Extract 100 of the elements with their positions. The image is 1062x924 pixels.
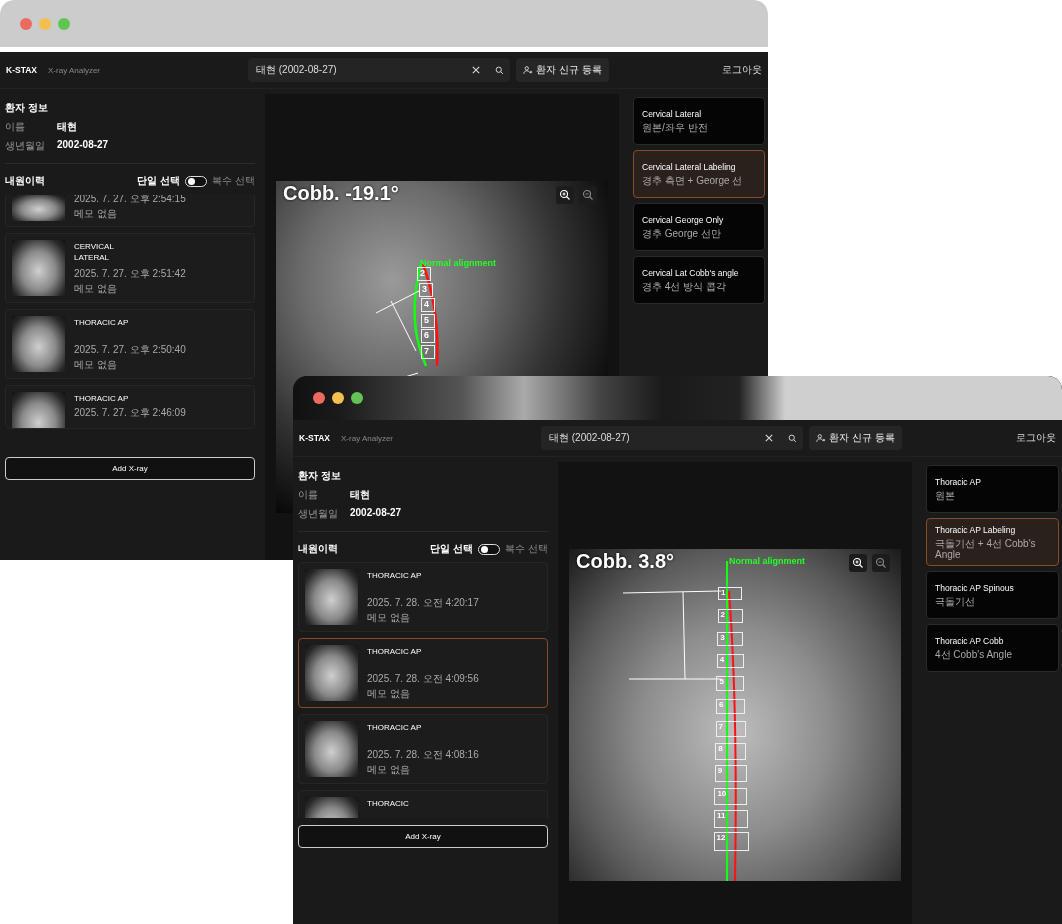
zoom-out-icon (582, 189, 594, 201)
search-button[interactable] (488, 58, 510, 82)
xray-thumbnail (12, 240, 65, 296)
app-subtitle: X-ray Analyzer (48, 65, 102, 75)
exam-title: THORACIC AP (367, 646, 423, 657)
exam-memo: 메모 없음 (74, 358, 118, 372)
exam-time: 2025. 7. 27. 오후 2:46:09 (74, 406, 186, 420)
zoom-in-icon (852, 557, 864, 569)
maximize-button[interactable] (351, 392, 363, 404)
section-title: 환자 정보 (5, 101, 49, 115)
exam-memo: 메모 없음 (367, 687, 411, 701)
zoom-out-button[interactable] (579, 186, 597, 204)
add-xray-button[interactable]: Add X-ray (5, 457, 255, 480)
exam-title: THORACIC AP (74, 317, 130, 328)
vertebra-label: 4 (716, 653, 744, 669)
vertebra-label: 7 (715, 720, 746, 737)
selection-toggle[interactable] (185, 175, 208, 187)
alignment-label: Normal alignment (729, 556, 805, 566)
vertebra-label: 8 (715, 743, 747, 760)
exam-time: 2025. 7. 27. 오후 2:50:40 (74, 343, 186, 357)
exam-time: 2025. 7. 28. 오전 4:09:56 (367, 672, 479, 686)
vertebra-label: 9 (714, 765, 747, 783)
vertebra-label: 2 (717, 609, 743, 623)
field-label: 생년월일 (5, 139, 46, 153)
history-item[interactable]: THORACIC AP 2025. 7. 28. 오전 4:20:17 메모 없음 (298, 562, 548, 632)
zoom-in-button[interactable] (849, 554, 867, 572)
section-title: 내원이력 (5, 174, 45, 188)
analysis-option[interactable]: Thoracic AP Spinous 극돌기선 (926, 571, 1059, 619)
minimize-button[interactable] (332, 392, 344, 404)
search-button[interactable] (781, 426, 803, 450)
history-item[interactable]: CERVICAL LATERAL 2025. 7. 27. 오후 2:51:42 메모 없음 (5, 233, 255, 303)
cobb-angle-label: Cobb. -19.1° (283, 182, 399, 205)
zoom-in-icon (559, 189, 571, 201)
vertebra-label: 3 (717, 631, 744, 646)
field-value: 태현 (350, 488, 370, 502)
vertebra-label: 6 (716, 698, 745, 714)
analysis-option[interactable]: Thoracic AP Labeling 극돌기선 + 4선 Cobb's Angle (926, 518, 1059, 566)
vertebra-label: 1 (718, 587, 742, 600)
vertebra-label: 2 (417, 267, 431, 281)
history-item[interactable]: THORACIC AP 2025. 7. 27. 오후 2:46:09 (5, 385, 255, 429)
field-value: 태현 (57, 120, 77, 134)
vertebra-label: 10 (714, 787, 748, 806)
zoom-in-button[interactable] (556, 186, 574, 204)
history-item[interactable]: 2025. 7. 27. 오후 2:54:15 메모 없음 (5, 194, 255, 227)
exam-memo: 메모 없음 (74, 207, 118, 221)
section-title: 내원이력 (298, 542, 338, 556)
exam-title: THORACIC AP (367, 570, 423, 581)
close-icon (471, 66, 480, 74)
close-icon (764, 434, 773, 442)
toggle-label: 복수 선택 (212, 174, 255, 188)
vertebra-label: 12 (713, 832, 749, 851)
register-patient-button[interactable]: 환자 신규 등록 (516, 58, 609, 82)
exam-title: THORACIC (367, 798, 409, 809)
app-logo: K-STAX (6, 65, 37, 75)
exam-title: THORACIC AP (367, 722, 423, 733)
xray-thumbnail (305, 645, 358, 701)
close-button[interactable] (313, 392, 325, 404)
history-item[interactable]: THORACIC AP 2025. 7. 28. 오전 4:08:16 메모 없음 (298, 714, 548, 784)
analysis-option[interactable]: Cervical George Only 경추 George 선만 (633, 203, 765, 251)
vertebra-label: 5 (716, 676, 745, 692)
user-plus-icon (523, 65, 533, 75)
logout-button[interactable]: 로그아웃 (1016, 431, 1056, 445)
app-logo: K-STAX (299, 433, 330, 443)
exam-time: 2025. 7. 28. 오전 4:08:16 (367, 748, 479, 762)
vertebra-label: 11 (714, 810, 748, 828)
analysis-option[interactable]: Cervical Lat Cobb's angle 경추 4선 방식 콥각 (633, 256, 765, 304)
analysis-option[interactable]: Thoracic AP Cobb 4선 Cobb's Angle (926, 624, 1059, 672)
exam-time: 2025. 7. 27. 오후 2:51:42 (74, 267, 186, 281)
exam-title: CERVICAL LATERAL (74, 241, 115, 263)
search-icon (494, 65, 504, 75)
vertebra-label: 7 (421, 344, 435, 359)
add-xray-button[interactable]: Add X-ray (298, 825, 548, 848)
exam-time: 2025. 7. 28. 오전 4:20:17 (367, 596, 479, 610)
exam-time: 2025. 7. 27. 오후 2:54:15 (74, 195, 186, 206)
search-field[interactable]: 태현 (2002-08-27) (248, 58, 463, 82)
toggle-label: 단일 선택 (430, 542, 474, 556)
toggle-label: 복수 선택 (505, 542, 548, 556)
field-label: 이름 (298, 488, 319, 502)
alignment-label: Normal alignment (420, 258, 496, 268)
cobb-angle-label: Cobb. 3.8° (576, 550, 674, 573)
register-patient-button[interactable]: 환자 신규 등록 (809, 426, 902, 450)
search-icon (787, 433, 797, 443)
field-value: 2002-08-27 (350, 507, 402, 520)
logout-button[interactable]: 로그아웃 (722, 63, 762, 77)
section-title: 환자 정보 (298, 469, 342, 483)
history-item[interactable]: THORACIC AP 2025. 7. 28. 오전 4:09:56 메모 없음 (298, 638, 548, 708)
vertebra-label: 5 (421, 313, 435, 328)
app-subtitle: X-ray Analyzer (341, 433, 395, 443)
analysis-option[interactable]: Thoracic AP 원본 (926, 465, 1059, 513)
analysis-option[interactable]: Cervical Lateral Labeling 경추 측면 + George 선 (633, 150, 765, 198)
xray-thumbnail (12, 316, 65, 372)
search-field[interactable]: 태현 (2002-08-27) (541, 426, 756, 450)
exam-memo: 메모 없음 (367, 763, 411, 777)
analysis-option[interactable]: Cervical Lateral 원본/좌우 반전 (633, 97, 765, 145)
field-label: 이름 (5, 120, 26, 134)
history-item[interactable]: THORACIC (298, 790, 548, 818)
history-item[interactable]: THORACIC AP 2025. 7. 27. 오후 2:50:40 메모 없음 (5, 309, 255, 379)
exam-memo: 메모 없음 (74, 282, 118, 296)
zoom-out-button[interactable] (872, 554, 890, 572)
selection-toggle[interactable] (478, 543, 501, 555)
